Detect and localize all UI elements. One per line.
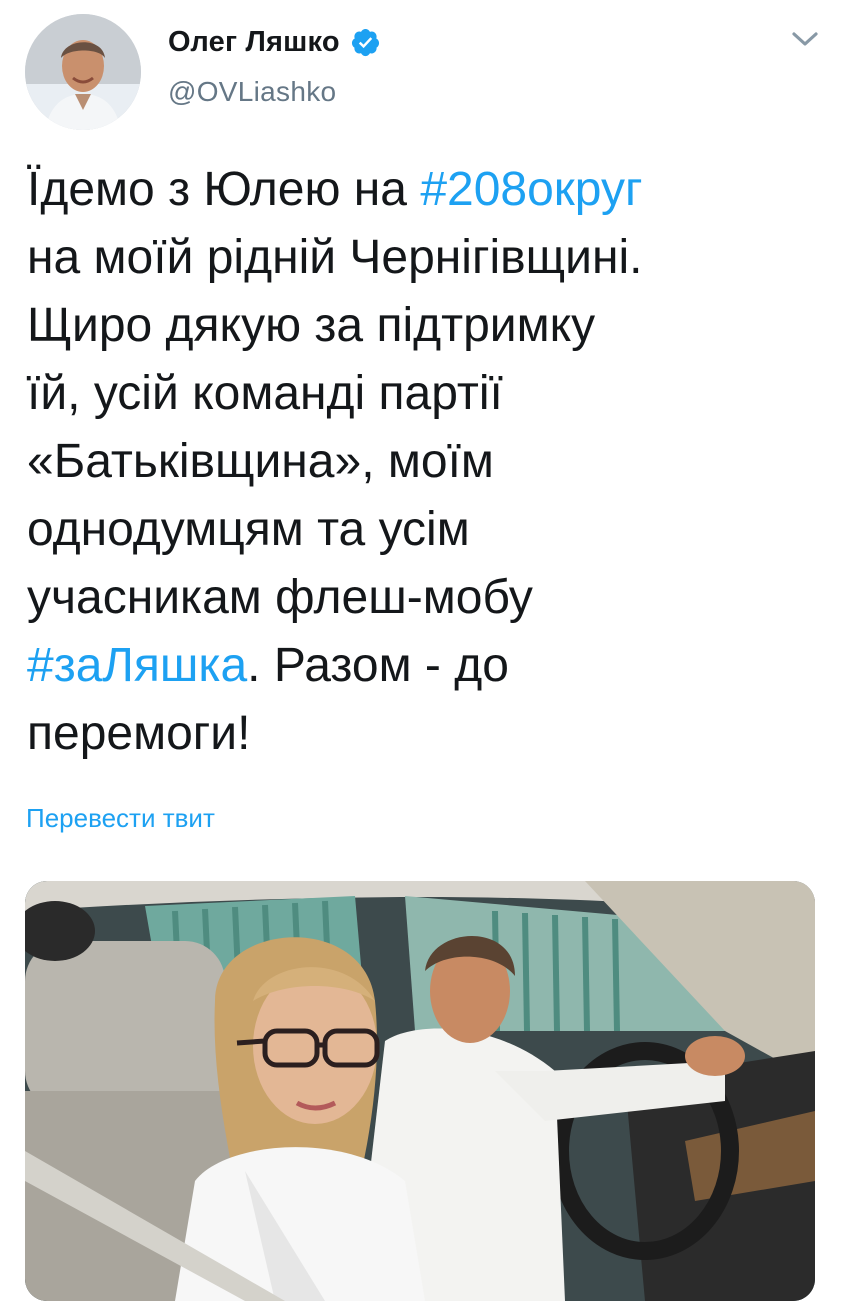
chevron-down-icon[interactable] [788, 26, 822, 52]
author-display-name[interactable]: Олег Ляшко [168, 26, 340, 59]
tweet-text-line: . Разом - до [247, 639, 509, 692]
author-handle[interactable]: @OVLiashko [168, 76, 381, 108]
tweet-card: Олег Ляшко @OVLiashko Їдемо з Юлею на #2… [0, 0, 841, 1301]
media-photo-image [25, 881, 815, 1301]
tweet-text-line: однодумцям та усім [27, 503, 470, 556]
tweet-text: Їдемо з Юлею на #208округ на моїй рідній… [27, 156, 817, 768]
tweet-text-line: «Батьківщина», моїм [27, 435, 494, 488]
author-info: Олег Ляшко @OVLiashko [168, 22, 381, 108]
avatar-photo-icon [25, 14, 141, 130]
hashtag-link[interactable]: #заЛяшка [27, 639, 247, 692]
translate-tweet-link[interactable]: Перевести твит [26, 803, 215, 834]
tweet-text-line: на моїй рідній Чернігівщині. [27, 231, 643, 284]
name-row: Олег Ляшко [168, 22, 381, 62]
verified-badge-icon [351, 28, 379, 56]
author-avatar[interactable] [25, 14, 141, 130]
tweet-media-photo[interactable] [25, 881, 815, 1301]
tweet-text-line: Щиро дякую за підтримку [27, 299, 596, 352]
tweet-text-line: їй, усій команді партії [27, 367, 503, 420]
tweet-text-line: перемоги! [27, 707, 251, 760]
hashtag-link[interactable]: #208округ [420, 163, 642, 216]
tweet-text-line: Їдемо з Юлею на [27, 163, 421, 216]
tweet-text-line: учасникам флеш-мобу [27, 571, 533, 624]
